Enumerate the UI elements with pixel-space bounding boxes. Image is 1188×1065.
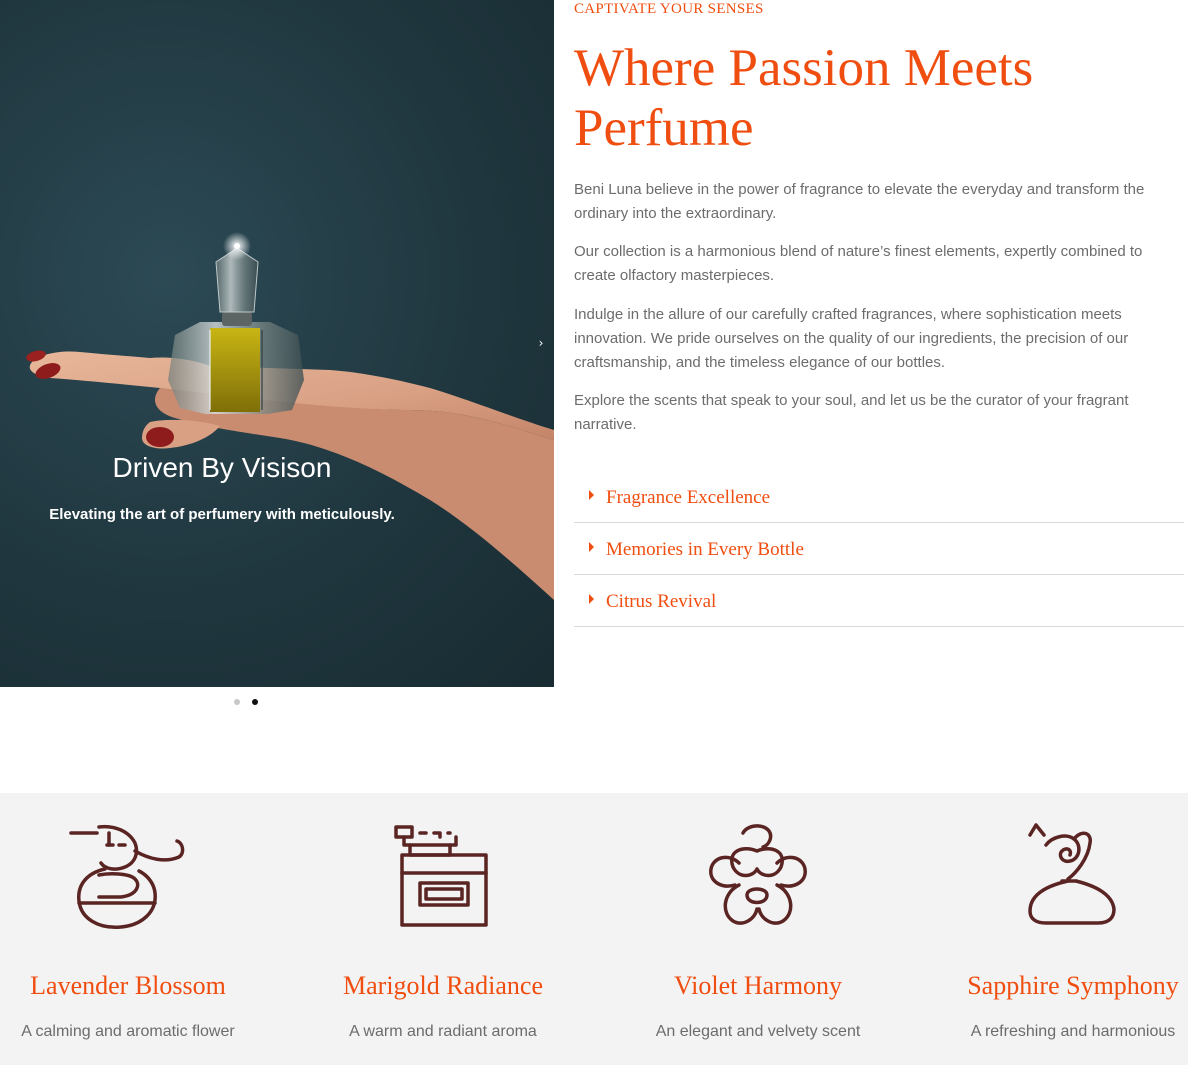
features-band: Lavender Blossom A calming and aromatic … [0,793,1188,1065]
slide-title: Driven By Visison [112,452,332,483]
intro-paragraph: Beni Luna believe in the power of fragra… [574,181,1145,222]
flower-icon [709,824,807,925]
accordion-item-fragrance-excellence[interactable]: Fragrance Excellence [574,471,1184,523]
caret-right-icon [589,489,594,500]
feature-description: An elegant and velvety scent [655,1023,861,1040]
feature-card: Sapphire Symphony A refreshing and harmo… [918,793,1188,1065]
feature-description: A warm and radiant aroma [349,1023,537,1040]
section-headline: Where Passion Meets Perfume [574,39,1034,157]
accordion-label: Fragrance Excellence [606,486,771,508]
caret-right-icon [589,593,594,604]
accordion: Fragrance Excellence Memories in Every B… [574,471,1184,627]
accordion-item-memories[interactable]: Memories in Every Bottle [574,523,1184,575]
slide-subtitle: Elevating the art of perfumery with meti… [49,506,395,523]
intro-paragraph: Indulge in the allure of our carefully c… [574,306,1129,371]
section-eyebrow: CAPTIVATE YOUR SENSES [574,1,764,17]
feature-card: Marigold Radiance A warm and radiant aro… [288,793,598,1065]
feature-description: A refreshing and harmonious [970,1023,1176,1040]
feature-card: Lavender Blossom A calming and aromatic … [0,793,283,1065]
accordion-label: Memories in Every Bottle [606,538,804,560]
caret-right-icon [589,541,594,552]
slider-dot-1[interactable] [234,699,240,705]
feature-title: Lavender Blossom [30,971,226,1000]
feature-title: Marigold Radiance [343,971,543,1000]
feature-card: Violet Harmony An elegant and velvety sc… [603,793,913,1065]
perfume-sprayer-icon [69,824,185,929]
feature-description: A calming and aromatic flower [21,1023,235,1040]
accordion-label: Citrus Revival [606,590,717,612]
accordion-item-citrus-revival[interactable]: Citrus Revival [574,575,1184,627]
feature-title: Sapphire Symphony [967,971,1179,1000]
intro-paragraph: Our collection is a harmonious blend of … [574,243,1143,284]
hero-slider: Driven By Visison Elevating the art of p… [0,0,554,687]
perfume-bottle-icon [394,825,488,927]
perfume-hand-image [26,232,554,600]
scent-drop-icon [1028,823,1116,925]
slider-next-arrow[interactable]: › [535,334,547,352]
intro-paragraph: Explore the scents that speak to your so… [574,392,1129,433]
slider-dot-2[interactable] [252,699,258,705]
slider-pagination [234,699,258,705]
feature-title: Violet Harmony [673,971,843,1000]
